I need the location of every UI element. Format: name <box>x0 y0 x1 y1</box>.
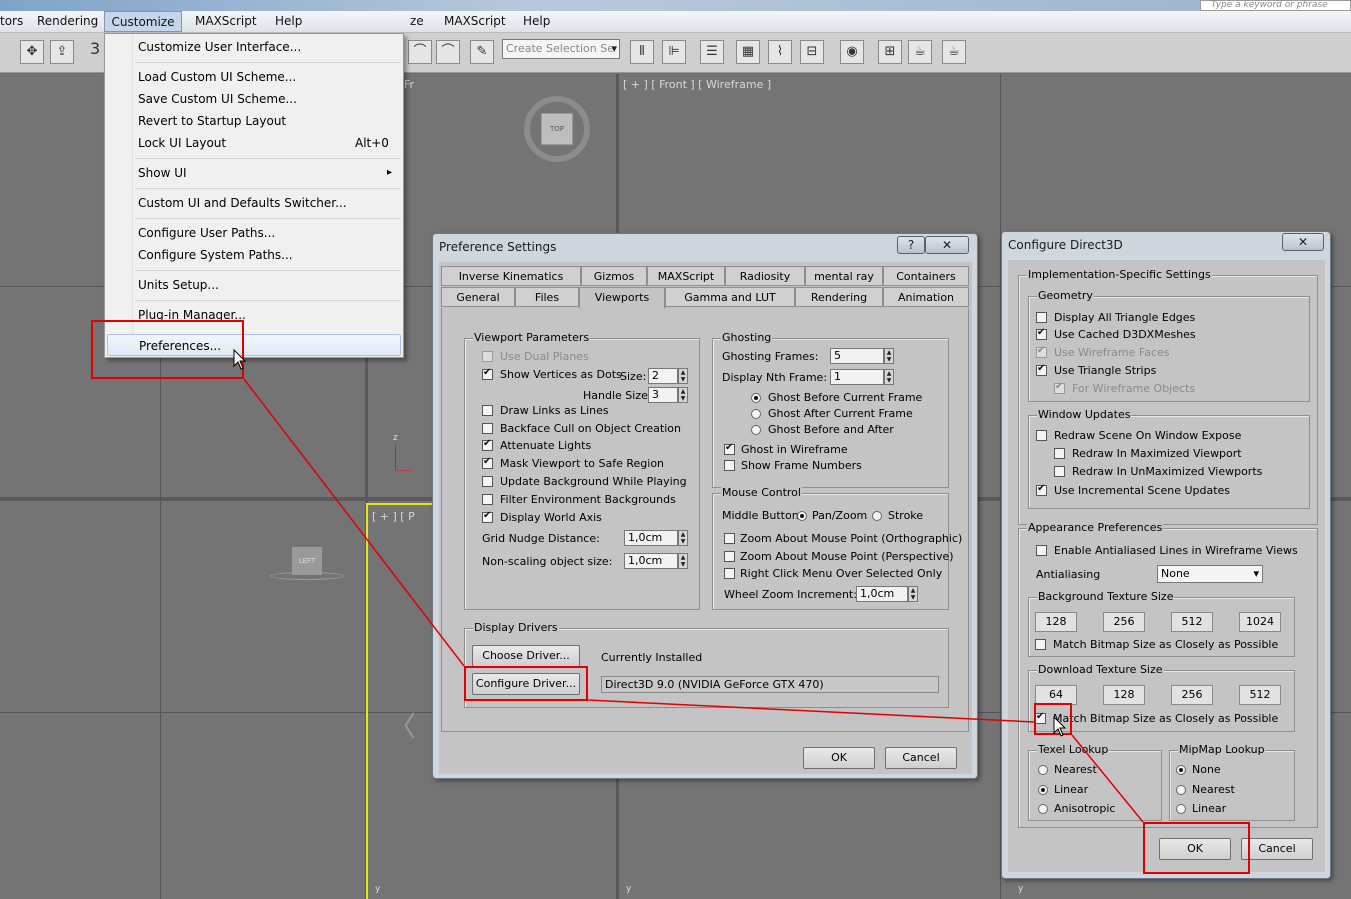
annotation-line <box>1071 734 1144 823</box>
annotation-line <box>587 699 1035 723</box>
annotation-line <box>243 378 465 667</box>
mouse-cursor-icon <box>233 349 247 370</box>
mouse-cursor-icon <box>1053 716 1067 737</box>
annotation-arrows <box>243 378 1144 823</box>
